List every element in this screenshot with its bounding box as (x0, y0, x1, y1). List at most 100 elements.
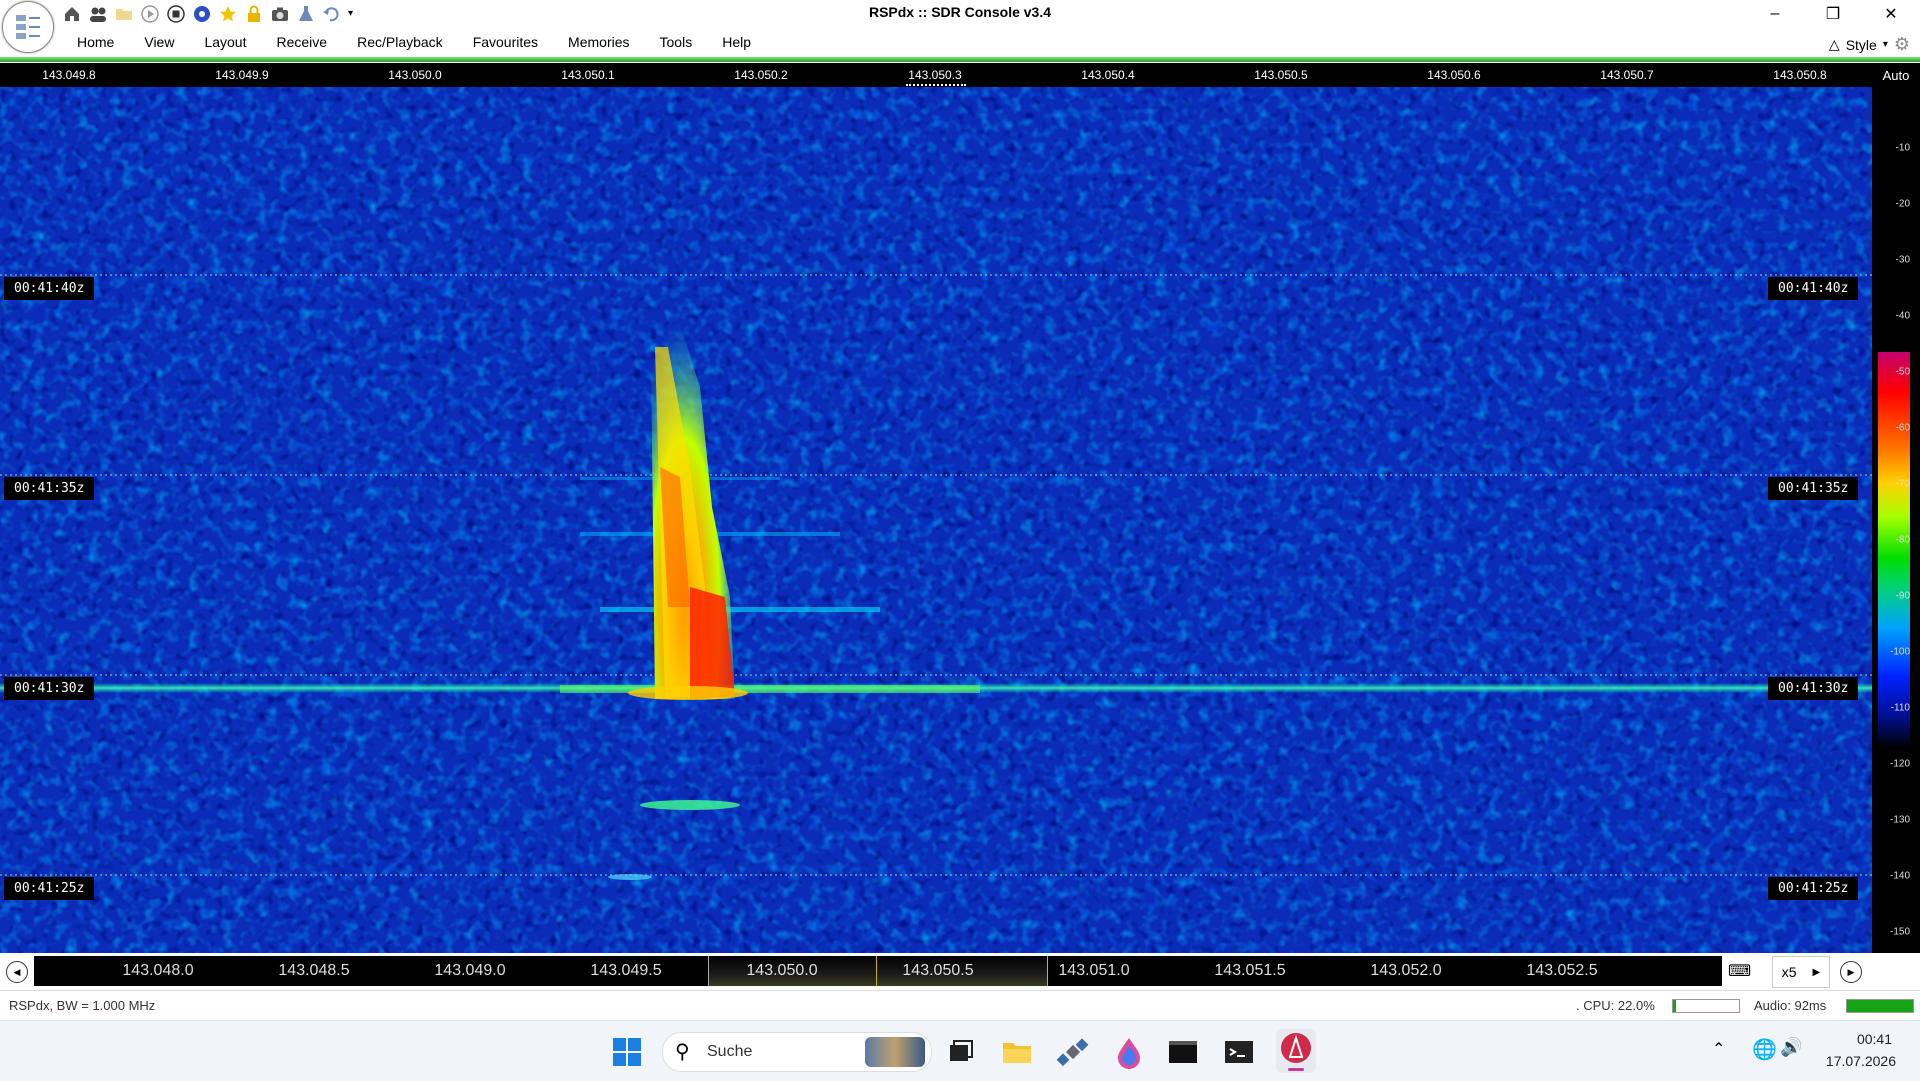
cpu-meter-fill (1673, 1000, 1676, 1012)
menu-layout[interactable]: Layout (189, 28, 261, 56)
close-icon[interactable]: ✕ (1862, 0, 1920, 28)
menu-receive[interactable]: Receive (262, 28, 343, 56)
task-view-icon[interactable] (944, 1035, 978, 1069)
scale-level: -110 (1890, 702, 1910, 714)
chevron-right-icon[interactable]: ▶ (1813, 967, 1821, 978)
time-label-left: 00:41:35z (4, 477, 95, 500)
audio-meter-fill (1847, 1000, 1913, 1012)
audio-status: Audio: 92ms (1754, 998, 1827, 1013)
drop-icon[interactable] (1112, 1035, 1146, 1069)
scale-level: -30 (1895, 254, 1910, 266)
top-tick: 143.049.9 (215, 68, 269, 82)
style-icon: △ (1828, 36, 1840, 52)
windows-start-icon[interactable] (610, 1035, 644, 1069)
menu-bar: Home View Layout Receive Rec/Playback Fa… (0, 28, 1920, 58)
taskbar: ⚲ Suche ⌃ 🌐 🔊 00:41 17.07.2026 (0, 1020, 1920, 1081)
menu-favourites[interactable]: Favourites (458, 28, 553, 56)
clock-date[interactable]: 17.07.2026 (1826, 1053, 1896, 1069)
keyboard-icon[interactable]: ⌨ (1728, 961, 1751, 981)
menu-items: Home View Layout Receive Rec/Playback Fa… (62, 28, 766, 56)
taskbar-search[interactable]: ⚲ Suche (662, 1032, 932, 1072)
waterfall-display[interactable]: 00:41:40z 00:41:35z 00:41:30z 00:41:25z … (0, 87, 1872, 953)
zoom-selector[interactable]: x5 ▶ (1772, 956, 1830, 988)
device-status: RSPdx, BW = 1.000 MHz (9, 998, 156, 1013)
bottom-tick: 143.050.5 (902, 962, 974, 979)
restore-icon[interactable]: ❐ (1804, 0, 1862, 28)
scale-level: -60 (1895, 422, 1910, 434)
tuned-frequency-marker[interactable] (876, 956, 877, 986)
top-tick: 143.050.6 (1427, 68, 1481, 82)
globe-icon[interactable]: 🌐 (1752, 1037, 1777, 1062)
top-tick: 143.050.0 (388, 68, 442, 82)
search-icon: ⚲ (675, 1041, 690, 1063)
center-frequency-marker (906, 84, 966, 86)
time-label-right: 00:41:35z (1768, 477, 1859, 500)
terminal-icon[interactable] (1166, 1035, 1200, 1069)
bottom-tick: 143.051.0 (1058, 962, 1130, 979)
search-label: Suche (707, 1043, 753, 1060)
top-tick: 143.050.2 (734, 68, 788, 82)
top-tick: 143.050.5 (1254, 68, 1308, 82)
scale-level: -50 (1895, 366, 1910, 378)
zoom-label: x5 (1781, 964, 1797, 980)
chevron-down-icon: ▾ (1882, 39, 1888, 50)
time-label-right: 00:41:30z (1768, 677, 1859, 700)
gear-icon[interactable]: ⚙ (1894, 34, 1910, 55)
satellite-icon[interactable] (1056, 1035, 1090, 1069)
style-button[interactable]: △ Style ▾ ⚙ (1829, 34, 1910, 55)
title-bar: ▾ RSPdx :: SDR Console v3.4 – ❐ ✕ (0, 0, 1920, 28)
status-bar: RSPdx, BW = 1.000 MHz . CPU: 22.0% Audio… (0, 990, 1920, 1021)
scale-level: -140 (1889, 870, 1910, 882)
scale-level: -80 (1895, 534, 1910, 546)
menu-help[interactable]: Help (707, 28, 766, 56)
app-menu-button[interactable] (2, 1, 54, 53)
bottom-frequency-axis[interactable]: 143.048.0 143.048.5 143.049.0 143.049.5 … (34, 956, 1722, 986)
time-label-right: 00:41:40z (1768, 277, 1859, 300)
scale-level: -150 (1889, 926, 1910, 938)
level-scale[interactable]: -10 -20 -30 -40 -50 -60 -70 -80 -90 -100… (1872, 87, 1920, 953)
top-tick: 143.050.8 (1773, 68, 1827, 82)
menu-memories[interactable]: Memories (553, 28, 644, 56)
scale-level: -40 (1895, 310, 1910, 322)
top-frequency-ruler[interactable]: 143.049.8 143.049.9 143.050.0 143.050.1 … (0, 63, 1872, 87)
scale-level: -120 (1889, 758, 1910, 770)
terminal-icon[interactable] (1222, 1035, 1256, 1069)
waterfall-canvas (0, 87, 1872, 953)
volume-icon[interactable]: 🔊 (1780, 1037, 1802, 1058)
menu-rec-playback[interactable]: Rec/Playback (342, 28, 458, 56)
file-explorer-icon[interactable] (1000, 1035, 1034, 1069)
app-menu-icon (16, 15, 40, 39)
menu-home[interactable]: Home (62, 28, 129, 56)
scale-level: -130 (1889, 814, 1910, 826)
scroll-left-button[interactable]: ◀ (6, 961, 28, 983)
time-label-right: 00:41:25z (1768, 877, 1859, 900)
bottom-tick: 143.049.0 (434, 962, 506, 979)
sdr-console-icon[interactable] (1276, 1029, 1316, 1073)
scroll-right-button[interactable]: ▶ (1840, 961, 1862, 983)
top-tick: 143.050.7 (1600, 68, 1654, 82)
signal-level-bar (0, 57, 1920, 62)
cpu-meter (1672, 999, 1740, 1013)
scale-level: -20 (1895, 198, 1910, 210)
menu-view[interactable]: View (129, 28, 189, 56)
scale-level: -100 (1889, 646, 1910, 658)
scale-level: -10 (1895, 142, 1910, 154)
minimize-icon[interactable]: – (1746, 0, 1804, 28)
color-scale-bar[interactable] (1878, 352, 1910, 748)
chevron-up-icon[interactable]: ⌃ (1712, 1039, 1725, 1059)
bottom-tick: 143.048.5 (278, 962, 350, 979)
window-title: RSPdx :: SDR Console v3.4 (868, 4, 1052, 20)
clock-time[interactable]: 00:41 (1857, 1031, 1892, 1047)
cpu-status: . CPU: 22.0% (1576, 998, 1655, 1013)
menu-tools[interactable]: Tools (645, 28, 708, 56)
scale-level: -90 (1895, 590, 1910, 602)
time-label-left: 00:41:25z (4, 877, 95, 900)
bottom-tick: 143.051.5 (1214, 962, 1286, 979)
time-label-left: 00:41:30z (4, 677, 95, 700)
bottom-frequency-bar: ◀ 143.048.0 143.048.5 143.049.0 143.049.… (0, 953, 1920, 989)
time-label-left: 00:41:40z (4, 277, 95, 300)
bottom-tick: 143.050.0 (746, 962, 818, 979)
search-highlight-icon (865, 1037, 925, 1067)
auto-scale-button[interactable]: Auto (1872, 63, 1920, 87)
bottom-tick: 143.048.0 (122, 962, 194, 979)
